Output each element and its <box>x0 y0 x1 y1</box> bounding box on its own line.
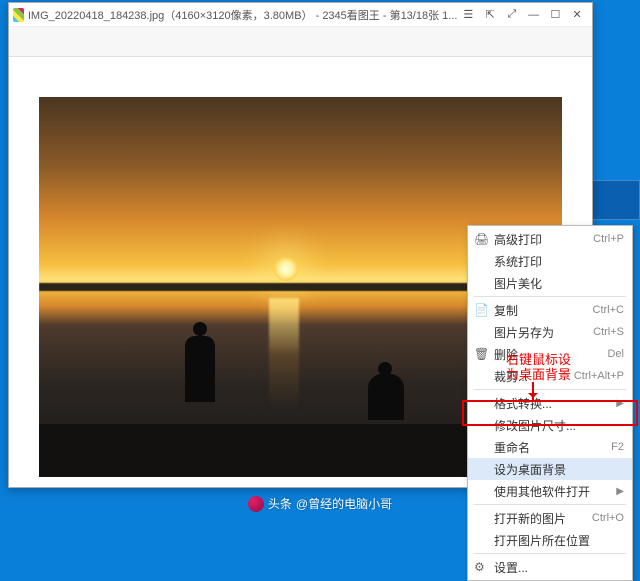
menu-separator <box>474 389 626 390</box>
menu-item-shortcut: Ctrl+C <box>593 304 624 316</box>
attribution-prefix: 头条 <box>268 495 292 512</box>
menu-item[interactable]: 🗑 删除 Del <box>468 343 632 365</box>
menu-item-label: 图片美化 <box>494 275 624 292</box>
menu-item-icon <box>474 369 488 383</box>
window-title: IMG_20220418_184238.jpg（4160×3120像素，3.80… <box>28 7 458 23</box>
menu-item-icon <box>474 276 488 290</box>
menu-item-label: 打开新的图片 <box>494 510 584 527</box>
menu-item[interactable]: 重命名 F2 <box>468 436 632 458</box>
menu-item-label: 系统打印 <box>494 253 624 270</box>
menu-item-shortcut: Ctrl+S <box>593 326 624 338</box>
menu-item-shortcut: Del <box>607 348 624 360</box>
menu-separator <box>474 296 626 297</box>
close-button[interactable]: ✕ <box>566 5 588 25</box>
menu-item-shortcut: Ctrl+Alt+P <box>574 370 624 382</box>
menu-item-label: 设为桌面背景 <box>494 461 624 478</box>
menu-item-label: 裁剪... <box>494 368 566 385</box>
menu-item-icon <box>474 533 488 547</box>
menu-item[interactable]: 图片另存为 Ctrl+S <box>468 321 632 343</box>
menu-item[interactable]: 设为桌面背景 <box>468 458 632 480</box>
menu-item-icon: ⚙ <box>474 560 488 574</box>
context-menu: 🖨 高级打印 Ctrl+P 系统打印图片美化 📄 复制 Ctrl+C 图片另存为 Ctrl+S 🗑… <box>467 225 633 581</box>
menu-item-icon: 🖨 <box>474 232 488 246</box>
menu-item-icon <box>474 462 488 476</box>
maximize-button[interactable]: ☐ <box>545 5 567 25</box>
menu-item-label: 重命名 <box>494 439 603 456</box>
menu-separator <box>474 553 626 554</box>
menu-item-icon <box>474 440 488 454</box>
menu-item-label: 打开图片所在位置 <box>494 532 624 549</box>
menu-item-label: 格式转换... <box>494 395 610 412</box>
menu-item-icon <box>474 325 488 339</box>
menu-item[interactable]: ⚙ 设置... <box>468 556 632 578</box>
attribution-footer: 头条 @曾经的电脑小哥 <box>0 495 640 512</box>
menu-item[interactable]: 图片美化 <box>468 272 632 294</box>
menu-item[interactable]: 格式转换... ▶ <box>468 392 632 414</box>
menu-item[interactable]: 🖨 高级打印 Ctrl+P <box>468 228 632 250</box>
menu-item-icon <box>474 254 488 268</box>
fullscreen-button[interactable]: ⤢ <box>501 5 523 25</box>
menu-item-shortcut: F2 <box>611 441 624 453</box>
chevron-right-icon: ▶ <box>616 398 624 409</box>
attribution-handle: @曾经的电脑小哥 <box>296 495 392 512</box>
menu-item-label: 高级打印 <box>494 231 585 248</box>
menu-item-icon <box>474 396 488 410</box>
menu-item[interactable]: 📄 复制 Ctrl+C <box>468 299 632 321</box>
menu-item-icon: 🗑 <box>474 347 488 361</box>
menu-item-icon <box>474 511 488 525</box>
annotation-arrow <box>532 382 534 402</box>
toolbar <box>9 27 592 57</box>
menu-item-icon <box>474 418 488 432</box>
options-button[interactable]: ☰ <box>457 5 479 25</box>
menu-item[interactable]: 修改图片尺寸... <box>468 414 632 436</box>
minimize-button[interactable]: — <box>523 5 545 25</box>
menu-item[interactable]: 打开图片所在位置 <box>468 529 632 551</box>
menu-item-label: 复制 <box>494 302 585 319</box>
titlebar[interactable]: IMG_20220418_184238.jpg（4160×3120像素，3.80… <box>9 3 592 27</box>
app-icon <box>13 8 24 22</box>
author-avatar <box>248 496 264 512</box>
menu-item-label: 修改图片尺寸... <box>494 417 624 434</box>
menu-item-shortcut: Ctrl+P <box>593 233 624 245</box>
menu-item-icon: 📄 <box>474 303 488 317</box>
pin-button[interactable]: ⇱ <box>479 5 501 25</box>
menu-item-label: 设置... <box>494 559 624 576</box>
menu-item-label: 图片另存为 <box>494 324 585 341</box>
menu-item[interactable]: 裁剪... Ctrl+Alt+P <box>468 365 632 387</box>
menu-item[interactable]: 系统打印 <box>468 250 632 272</box>
menu-item-label: 删除 <box>494 346 599 363</box>
